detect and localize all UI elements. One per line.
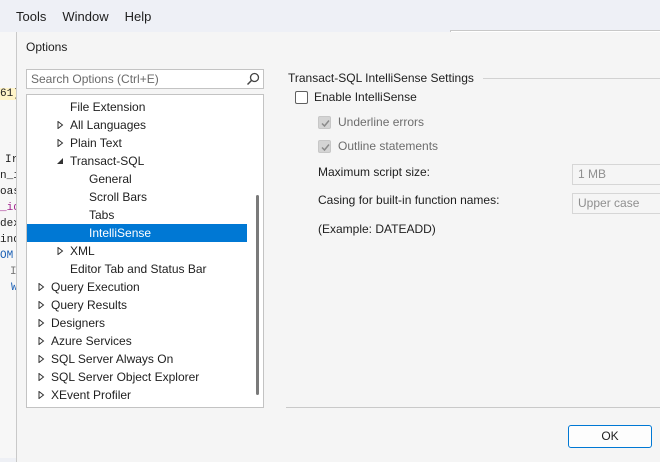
background-code-fragment: 61) [0, 88, 16, 100]
enable-intellisense-checkbox[interactable] [295, 91, 308, 104]
tree-item[interactable]: File Extension [27, 98, 247, 116]
tree-item-label: Scroll Bars [89, 190, 148, 204]
tree-item-label: Query Execution [51, 280, 140, 294]
tree-item-label: Plain Text [70, 136, 122, 150]
tree-item[interactable]: Plain Text [27, 134, 247, 152]
chevron-right-icon[interactable] [37, 301, 45, 309]
tree-item[interactable]: Query Execution [27, 278, 247, 296]
menu-help[interactable]: Help [117, 9, 160, 24]
outline-statements-label: Outline statements [338, 139, 439, 153]
enable-intellisense-label[interactable]: Enable IntelliSense [314, 90, 417, 104]
background-code-fragment: dex [0, 218, 16, 230]
search-icon[interactable] [246, 72, 260, 86]
chevron-right-icon[interactable] [37, 337, 45, 345]
tree-item[interactable]: Editor Tab and Status Bar [27, 260, 247, 278]
casing-label: Casing for built-in function names: [318, 193, 500, 207]
background-code-fragment: _id [0, 202, 16, 214]
background-code-fragment: n_i [0, 170, 16, 182]
chevron-right-icon[interactable] [37, 373, 45, 381]
menu-window[interactable]: Window [54, 9, 116, 24]
group-divider [483, 78, 660, 79]
max-script-size-label: Maximum script size: [318, 165, 431, 179]
tree-item-label: File Extension [70, 100, 146, 114]
background-code-fragment: ind [0, 234, 16, 246]
background-code-fragment: oas [0, 186, 16, 198]
tree-item-label: Designers [51, 316, 106, 330]
footer-divider [286, 407, 660, 408]
chevron-right-icon[interactable] [37, 319, 45, 327]
underline-errors-checkbox[interactable] [318, 116, 331, 129]
chevron-right-icon[interactable] [37, 391, 45, 399]
checkmark-icon [321, 144, 330, 152]
tree-item-label: Query Results [51, 298, 128, 312]
tree-scrollbar[interactable] [256, 195, 259, 395]
chevron-right-icon[interactable] [56, 247, 64, 255]
tree-item[interactable]: General [27, 170, 247, 188]
tree-item-label: XML [70, 244, 95, 258]
menu-bar: Tools Window Help [0, 0, 660, 32]
background-code-fragment: Ir [5, 154, 16, 166]
tree-item[interactable]: XML [27, 242, 247, 260]
tree-item-label: Transact-SQL [70, 154, 145, 168]
tree-item[interactable]: Transact-SQL [27, 152, 247, 170]
tree-item-label: General [89, 172, 132, 186]
search-box[interactable] [26, 69, 264, 89]
tree-item[interactable]: SQL Server Object Explorer [27, 368, 247, 386]
settings-group-title: Transact-SQL IntelliSense Settings [288, 71, 474, 85]
outline-statements-checkbox[interactable] [318, 140, 331, 153]
tree-item-label: IntelliSense [89, 226, 152, 240]
chevron-right-icon[interactable] [37, 355, 45, 363]
background-editor: 61) Ir n_i oas _id dex ind OM I W [0, 32, 16, 458]
tree-item[interactable]: Query Results [27, 296, 247, 314]
options-tree[interactable]: File Extension All Languages Plain Text Tra… [26, 94, 264, 408]
casing-dropdown[interactable]: Upper case [572, 193, 660, 214]
dialog-title: Options [26, 40, 68, 54]
tree-item-label: All Languages [70, 118, 147, 132]
background-code-fragment: OM [0, 250, 14, 262]
chevron-right-icon[interactable] [56, 139, 64, 147]
tree-item-label: SQL Server Object Explorer [51, 370, 200, 384]
options-dialog: Options File Extension All Languages Plain… [16, 32, 660, 462]
tree-item-label: Azure Services [51, 334, 132, 348]
example-text: (Example: DATEADD) [318, 222, 436, 236]
tree-item-label: Tabs [89, 208, 115, 222]
underline-errors-label: Underline errors [338, 115, 425, 129]
tree-item[interactable]: IntelliSense [27, 224, 247, 242]
checkmark-icon [321, 120, 330, 128]
menu-tools[interactable]: Tools [8, 9, 54, 24]
tree-item[interactable]: Tabs [27, 206, 247, 224]
tree-item[interactable]: Azure Services [27, 332, 247, 350]
chevron-down-icon[interactable] [56, 157, 64, 165]
tree-item[interactable]: SQL Server Always On [27, 350, 247, 368]
tree-item-label: XEvent Profiler [51, 388, 132, 402]
tree-item[interactable]: Scroll Bars [27, 188, 247, 206]
search-input[interactable] [27, 70, 245, 88]
tree-item[interactable]: Designers [27, 314, 247, 332]
chevron-right-icon[interactable] [37, 283, 45, 291]
max-script-size-field[interactable]: 1 MB [572, 164, 660, 185]
tree-item[interactable]: All Languages [27, 116, 247, 134]
ok-button[interactable]: OK [568, 425, 652, 448]
tree-item-label: SQL Server Always On [51, 352, 174, 366]
tree-item-label: Editor Tab and Status Bar [70, 262, 207, 276]
tree-item[interactable]: XEvent Profiler [27, 386, 247, 404]
chevron-right-icon[interactable] [56, 121, 64, 129]
